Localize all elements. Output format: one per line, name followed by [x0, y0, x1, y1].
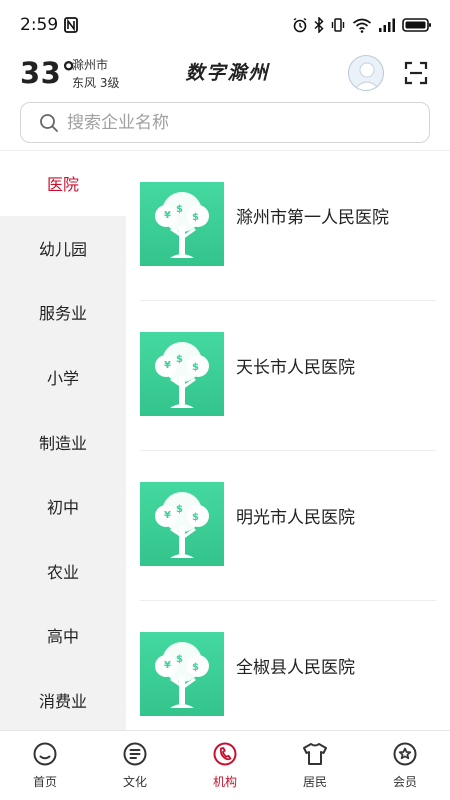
institution-list: $ ¥ $ 滁州市第一人民医院 $ ¥ $ 天长市人民医院 $ ¥ $ 明光市人…	[126, 151, 450, 730]
category-hospital[interactable]: 医院	[0, 151, 126, 216]
user-avatar-icon[interactable]	[348, 55, 384, 91]
category-agriculture[interactable]: 农业	[0, 539, 126, 604]
search-box[interactable]	[20, 102, 430, 143]
svg-text:¥: ¥	[164, 360, 171, 371]
category-manufacturing[interactable]: 制造业	[0, 409, 126, 474]
search-input[interactable]	[67, 112, 387, 133]
status-bar: 2:59	[0, 0, 450, 50]
money-tree-icon: $ ¥ $	[140, 632, 224, 716]
money-tree-icon: $ ¥ $	[140, 332, 224, 416]
list-item[interactable]: $ ¥ $ 全椒县人民医院	[126, 601, 450, 730]
svg-text:$: $	[192, 362, 199, 373]
scan-icon[interactable]	[404, 61, 428, 85]
svg-text:¥: ¥	[164, 510, 171, 521]
svg-text:$: $	[192, 512, 199, 523]
institution-name: 滁州市第一人民医院	[236, 208, 389, 228]
institution-name: 明光市人民医院	[236, 508, 355, 528]
nav-culture[interactable]: 文化	[90, 731, 180, 800]
resident-icon	[303, 743, 327, 765]
bluetooth-icon	[314, 17, 324, 33]
battery-icon	[402, 18, 431, 32]
signal-icon	[379, 18, 395, 32]
svg-text:$: $	[176, 504, 183, 515]
wifi-icon	[352, 18, 372, 33]
svg-text:$: $	[176, 354, 183, 365]
svg-text:¥: ¥	[164, 210, 171, 221]
nav-resident[interactable]: 居民	[270, 731, 360, 800]
nav-label: 居民	[302, 775, 327, 789]
nav-label: 文化	[122, 775, 147, 789]
svg-text:$: $	[192, 212, 199, 223]
svg-text:$: $	[176, 204, 183, 215]
bottom-nav: 首页 文化 机构 居民 会员	[0, 730, 450, 800]
list-item[interactable]: $ ¥ $ 滁州市第一人民医院	[126, 151, 450, 301]
category-middle-school[interactable]: 初中	[0, 474, 126, 539]
header: 33° 滁州市 东风 3级 数字滁州	[0, 50, 450, 100]
alarm-icon	[293, 17, 307, 33]
culture-icon	[123, 742, 147, 766]
home-icon	[33, 742, 57, 766]
weather-city: 滁州市	[72, 58, 109, 72]
money-tree-icon: $ ¥ $	[140, 182, 224, 266]
list-item[interactable]: $ ¥ $ 明光市人民医院	[126, 451, 450, 601]
category-kindergarten[interactable]: 幼儿园	[0, 216, 126, 281]
nav-label: 机构	[212, 775, 237, 789]
member-icon	[393, 742, 417, 766]
temperature: 33°	[20, 56, 77, 90]
nav-member[interactable]: 会员	[360, 731, 450, 800]
list-item[interactable]: $ ¥ $ 天长市人民医院	[126, 301, 450, 451]
svg-text:$: $	[192, 662, 199, 673]
search-icon	[40, 113, 58, 132]
institution-name: 天长市人民医院	[236, 358, 355, 378]
institution-name: 全椒县人民医院	[236, 658, 355, 678]
svg-text:$: $	[176, 654, 183, 665]
weather-wind: 东风 3级	[72, 76, 120, 90]
category-service[interactable]: 服务业	[0, 280, 126, 345]
nav-label: 会员	[392, 775, 417, 789]
status-time: 2:59	[20, 15, 59, 35]
nav-home[interactable]: 首页	[0, 731, 90, 800]
category-primary-school[interactable]: 小学	[0, 345, 126, 410]
category-consumer[interactable]: 消费业	[0, 668, 126, 733]
category-sidebar: 医院 幼儿园 服务业 小学 制造业 初中 农业 高中 消费业	[0, 151, 126, 730]
svg-text:¥: ¥	[164, 660, 171, 671]
institution-icon	[213, 742, 237, 766]
money-tree-icon: $ ¥ $	[140, 482, 224, 566]
nfc-icon	[64, 17, 79, 33]
nav-label: 首页	[32, 775, 57, 789]
nav-institution[interactable]: 机构	[180, 731, 270, 800]
vibrate-icon	[331, 18, 345, 32]
app-title: 数字滁州	[185, 62, 270, 84]
category-high-school[interactable]: 高中	[0, 603, 126, 668]
